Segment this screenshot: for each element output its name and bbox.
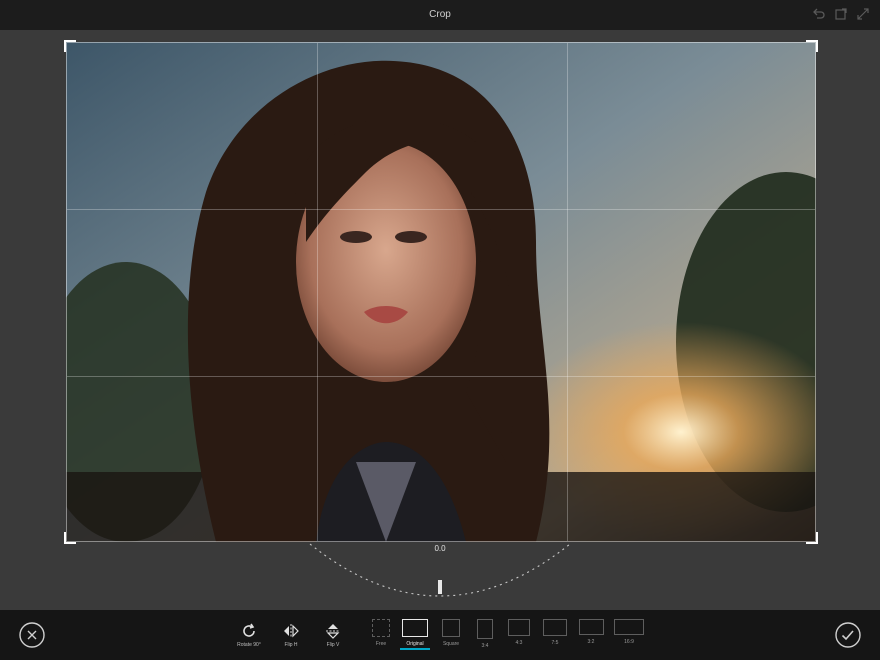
grid-line-vertical [317,43,318,541]
ratio-label: 7:5 [551,640,559,646]
expand-icon[interactable] [856,7,870,21]
rotation-dial-indicator [438,580,442,594]
ratio-free-icon [372,619,390,637]
close-circle-icon [19,622,45,648]
ratio-original-icon [402,619,428,637]
ratio-label: 16:9 [624,639,634,645]
flip-h-button[interactable]: Flip H [271,616,311,648]
ratio-original-button[interactable]: Original [398,616,432,650]
flip-v-label: Flip V [326,642,340,648]
ratio-label: Square [442,641,460,647]
ratio-3-4-icon [477,619,493,639]
ratio-3-2-button[interactable]: 3:2 [574,616,608,645]
cancel-button[interactable] [18,621,46,649]
ratio-square-button[interactable]: Square [436,616,466,647]
crop-handle-bottom-right[interactable] [806,532,818,544]
ratio-16-9-button[interactable]: 16:9 [610,616,648,645]
rotate-90-button[interactable]: Rotate 90° [229,616,269,648]
top-bar: Crop [0,0,880,30]
ratio-4-3-button[interactable]: 4:3 [502,616,536,646]
ratio-label: Free [375,641,387,647]
ratio-3-2-icon [578,619,604,635]
crop-handle-top-right[interactable] [806,40,818,52]
redo-icon[interactable] [834,7,848,21]
ratio-label: 3:4 [481,643,489,649]
grid-line-horizontal [67,209,815,210]
ratio-7-5-button[interactable]: 7:5 [538,616,572,646]
bottom-toolbar: Rotate 90° Flip H Flip V Free Original S [0,610,880,660]
crop-frame[interactable] [64,40,818,544]
ratio-label: Original [406,641,424,647]
ratio-4-3-icon [508,619,530,636]
flip-h-label: Flip H [284,642,298,648]
rotate-90-label: Rotate 90° [237,642,261,648]
ratio-label: 4:3 [515,640,523,646]
flip-horizontal-icon [284,624,299,638]
grid-line-horizontal [67,376,815,377]
top-actions [812,7,870,21]
grid-line-vertical [567,43,568,541]
crop-handle-bottom-left[interactable] [64,532,76,544]
rotation-dial[interactable] [300,540,580,602]
selected-indicator [400,648,430,650]
ratio-7-5-icon [543,619,567,636]
ratio-free-button[interactable]: Free [366,616,396,647]
screen-title: Crop [429,9,451,20]
ratio-3-4-button[interactable]: 3:4 [470,616,500,649]
check-circle-icon [835,622,861,648]
flip-v-button[interactable]: Flip V [313,616,353,648]
ratio-16-9-icon [614,619,644,635]
undo-icon[interactable] [812,7,826,21]
ratio-square-icon [442,619,460,637]
ratio-label: 3:2 [587,639,595,645]
crop-handle-top-left[interactable] [64,40,76,52]
rotate-icon [243,623,255,637]
confirm-button[interactable] [834,621,862,649]
flip-vertical-icon [326,624,340,639]
